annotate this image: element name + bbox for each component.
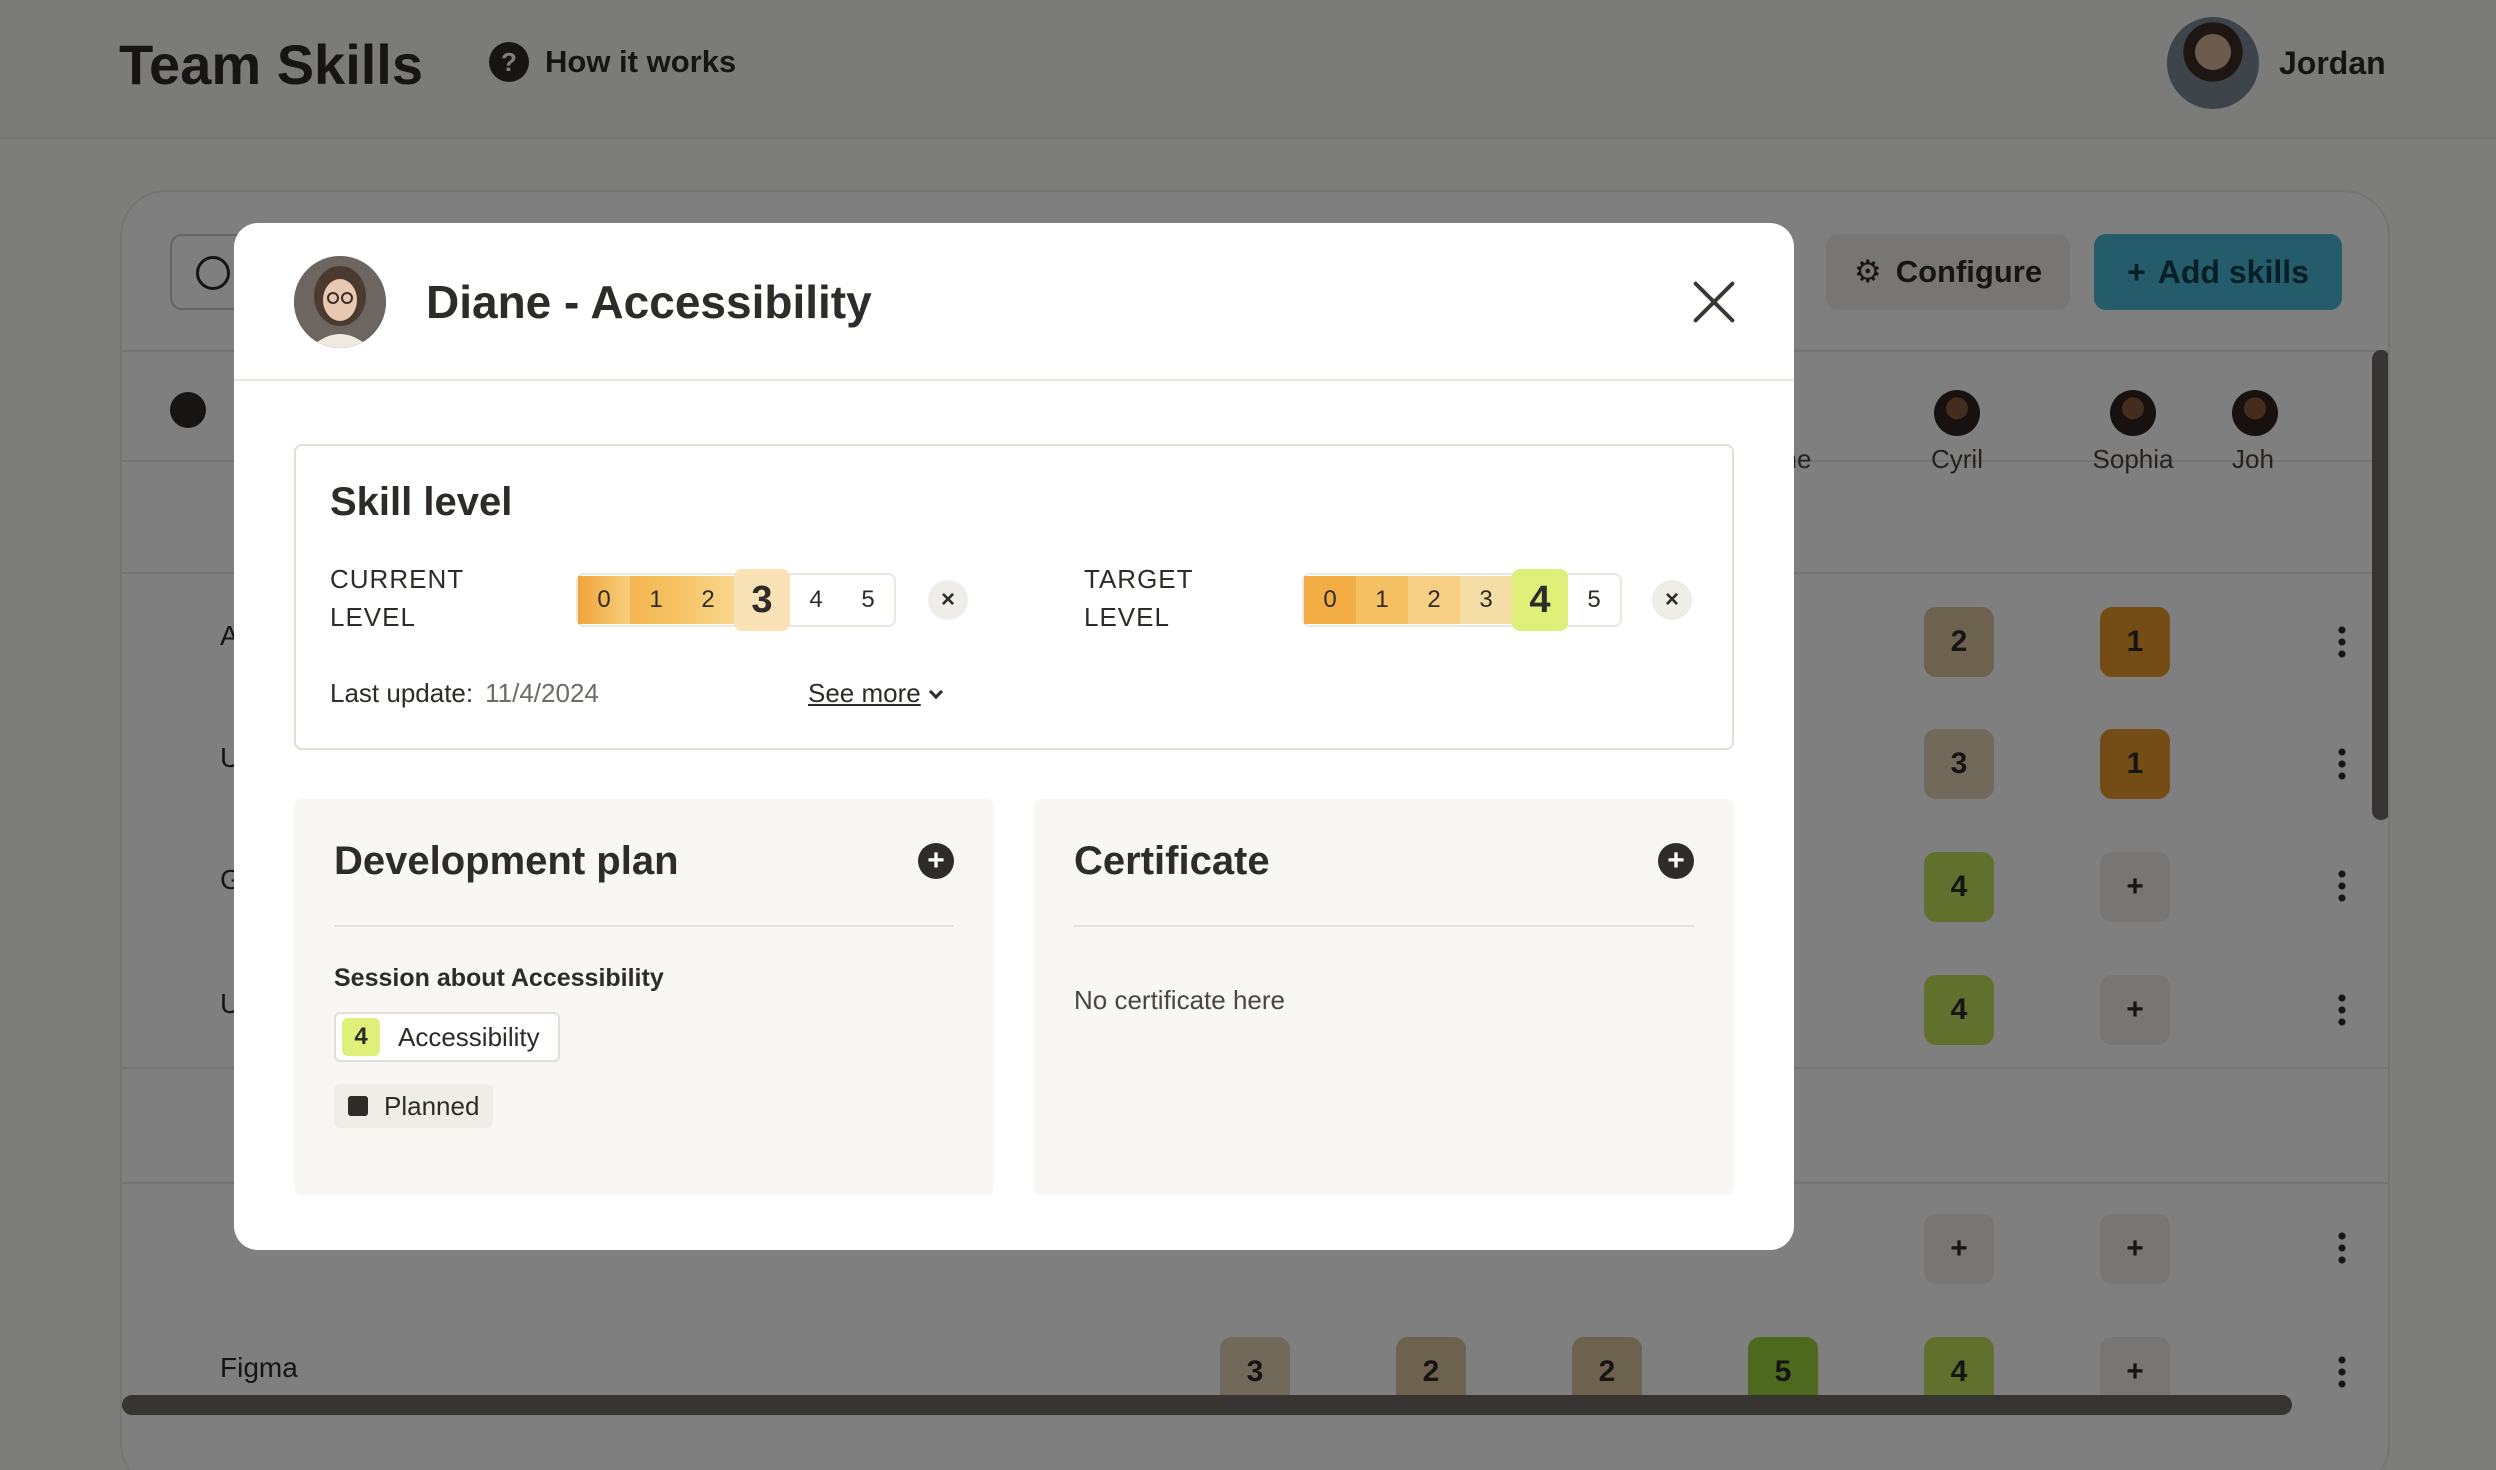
last-update-label: Last update: (330, 678, 474, 708)
skill-level-section: Skill level CURRENT LEVEL 0 1 2 3 4 5 × … (294, 444, 1734, 750)
current-level-label: CURRENT LEVEL (330, 560, 464, 636)
empty-state-text: No certificate here (1074, 985, 1285, 1015)
target-level-scale: 0 1 2 3 4 5 (1302, 569, 1622, 631)
last-update-date: 11/4/2024 (485, 678, 599, 708)
certificate-panel: Certificate + No certificate here (1034, 799, 1734, 1195)
level-option-0[interactable]: 0 (578, 576, 630, 624)
add-certificate-icon[interactable]: + (1658, 843, 1694, 879)
skill-level-heading: Skill level (330, 480, 513, 524)
current-label-line: LEVEL (330, 602, 416, 632)
last-update: Last update: 11/4/2024 (330, 678, 599, 709)
avatar (294, 256, 386, 348)
level-option-3[interactable]: 3 (1460, 576, 1512, 624)
level-option-2[interactable]: 2 (1408, 576, 1460, 624)
person-photo-icon (294, 256, 386, 348)
session-title[interactable]: Session about Accessibility (334, 964, 664, 993)
current-label-line: CURRENT (330, 564, 465, 594)
target-level-label: TARGET LEVEL (1084, 560, 1194, 636)
skill-detail-dialog: Diane - Accessibility Skill level CURREN… (234, 223, 1794, 1250)
development-plan-title: Development plan (334, 839, 679, 883)
level-option-3-selected[interactable]: 3 (734, 569, 790, 631)
level-option-5[interactable]: 5 (842, 576, 894, 624)
see-more-link[interactable]: See more (808, 678, 943, 709)
clear-current-level-button[interactable]: × (928, 580, 968, 620)
status-label: Planned (384, 1090, 480, 1121)
development-plan-panel: Development plan + Session about Accessi… (294, 799, 994, 1195)
level-option-0[interactable]: 0 (1304, 576, 1356, 624)
level-option-2[interactable]: 2 (682, 576, 734, 624)
target-label-line: TARGET (1084, 564, 1194, 594)
add-plan-icon[interactable]: + (918, 843, 954, 879)
level-option-1[interactable]: 1 (1356, 576, 1408, 624)
level-option-1[interactable]: 1 (630, 576, 682, 624)
tag-skill-name: Accessibility (398, 1021, 540, 1052)
target-label-line: LEVEL (1084, 602, 1170, 632)
level-option-5[interactable]: 5 (1568, 576, 1620, 624)
dialog-header: Diane - Accessibility (234, 223, 1794, 381)
clear-target-level-button[interactable]: × (1652, 580, 1692, 620)
skill-tag: 4 Accessibility (334, 1012, 560, 1062)
tag-level-badge: 4 (342, 1018, 380, 1056)
dialog-title: Diane - Accessibility (426, 276, 872, 328)
status-badge: Planned (334, 1084, 494, 1128)
calendar-icon (348, 1096, 368, 1116)
divider (334, 925, 954, 927)
level-option-4[interactable]: 4 (790, 576, 842, 624)
current-level-scale: 0 1 2 3 4 5 (576, 569, 896, 631)
divider (1074, 925, 1694, 927)
chevron-down-icon (928, 684, 943, 700)
close-icon[interactable] (1692, 280, 1736, 324)
level-option-4-selected[interactable]: 4 (1512, 569, 1568, 631)
see-more-label: See more (808, 678, 921, 708)
certificate-title: Certificate (1074, 839, 1270, 883)
